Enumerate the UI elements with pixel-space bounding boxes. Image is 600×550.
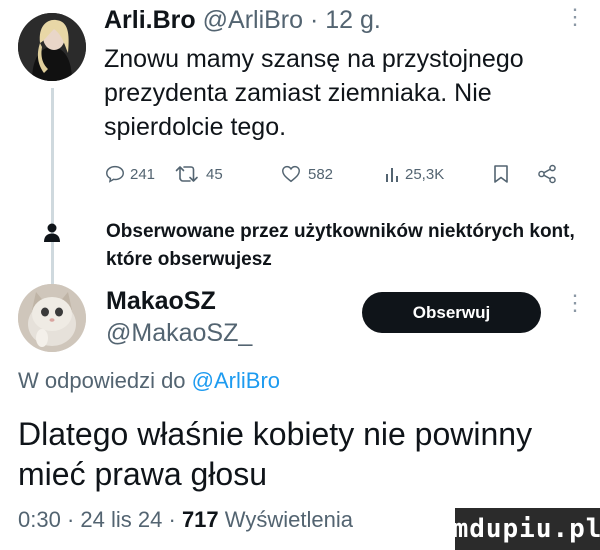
follow-button[interactable]: Obserwuj: [362, 292, 541, 333]
reply-to-link[interactable]: @ArliBro: [192, 368, 280, 393]
views-count: 717: [181, 507, 219, 532]
reply-context: W odpowiedzi do @ArliBro: [18, 366, 280, 396]
tweet-time[interactable]: 12 g.: [325, 6, 381, 34]
author-handle[interactable]: @MakaoSZ_: [106, 318, 252, 348]
views-label: Wyświetlenia: [224, 507, 353, 532]
thread-line: [51, 88, 54, 284]
tweet-text: Dlatego właśnie kobiety nie powinny mieć…: [18, 416, 533, 492]
reply-button[interactable]: 241: [104, 158, 155, 190]
bookmark-button[interactable]: [492, 158, 510, 190]
tweet-text: Znowu mamy szansę na przystojnego prezyd…: [104, 45, 524, 141]
like-button[interactable]: 582: [280, 158, 333, 190]
more-options-icon[interactable]: ⋮: [564, 6, 586, 28]
more-options-icon[interactable]: ⋮: [564, 292, 586, 314]
views-chart-icon: [386, 168, 398, 182]
reply-prefix: W odpowiedzi do: [18, 368, 192, 393]
retweet-count: 45: [206, 165, 223, 183]
views-count: 25,3K: [405, 165, 445, 183]
like-count: 582: [308, 165, 334, 183]
reply-icon: [106, 165, 124, 183]
separator: ·: [303, 6, 326, 34]
tweet-meta: 0:30 · 24 lis 24 · 717 Wyświetlenia: [18, 507, 353, 532]
person-icon: [44, 223, 60, 242]
tweet-actions: 241 45 582 25,3K: [104, 158, 556, 190]
bookmark-icon: [494, 165, 508, 183]
author-name[interactable]: MakaoSZ: [106, 286, 216, 316]
retweet-button[interactable]: 45: [174, 158, 223, 190]
heart-icon: [282, 165, 300, 183]
followed-by-notice: Obserwowane przez użytkowników niektóryc…: [106, 221, 575, 270]
author-handle[interactable]: @ArliBro: [203, 6, 303, 34]
avatar[interactable]: [18, 284, 86, 352]
share-icon: [538, 164, 556, 184]
avatar[interactable]: [18, 13, 86, 81]
author-name[interactable]: Arli.Bro: [104, 6, 196, 34]
retweet-icon: [175, 166, 198, 182]
share-button[interactable]: [536, 158, 558, 190]
watermark-logo: mdupiu.pl: [453, 508, 600, 550]
tweet-date[interactable]: 24 lis 24: [80, 507, 162, 532]
reply-count: 241: [130, 165, 156, 183]
tweet-time[interactable]: 0:30: [18, 507, 61, 532]
tweet-header: Arli.Bro @ArliBro · 12 g.: [104, 4, 381, 36]
views-button[interactable]: 25,3K: [384, 158, 444, 190]
